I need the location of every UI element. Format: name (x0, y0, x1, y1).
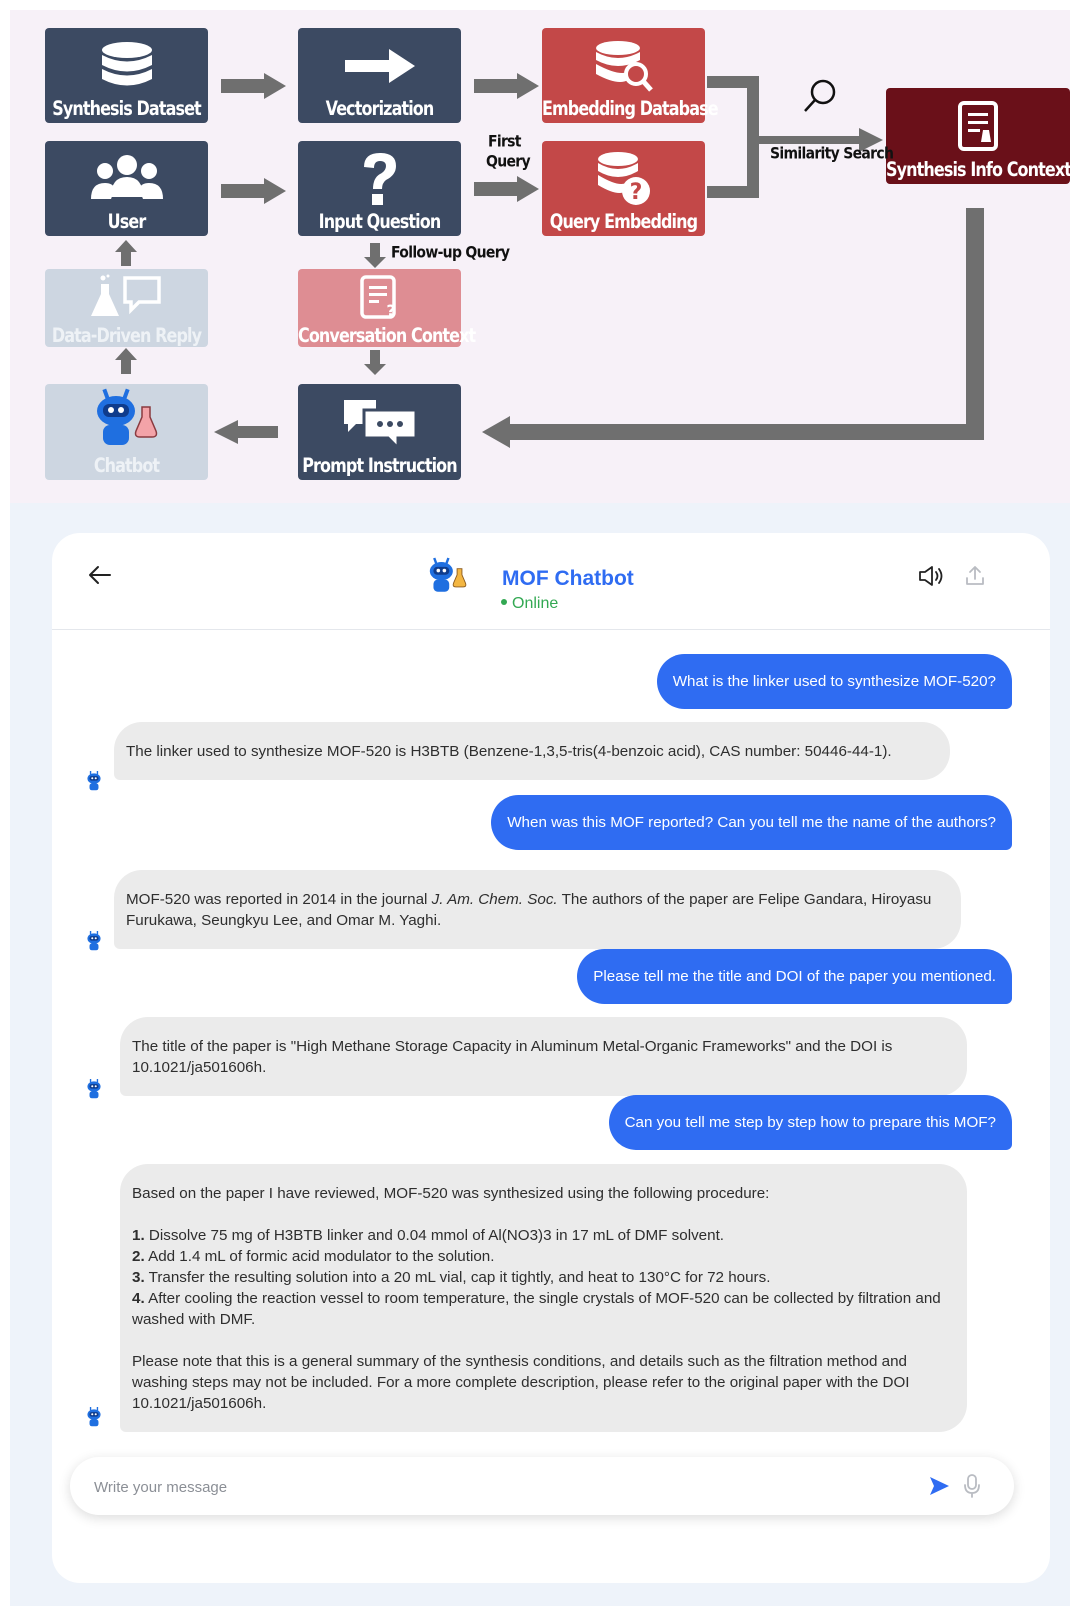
journal-name: J. Am. Chem. Soc. (431, 891, 558, 908)
document-question-icon: ? (359, 275, 396, 320)
step-item: 2. Add 1.4 mL of formic acid modulator t… (132, 1248, 495, 1265)
bot-message: MOF-520 was reported in 2014 in the jour… (114, 870, 961, 949)
user-message: Please tell me the title and DOI of the … (577, 949, 1012, 1004)
chat-bubbles-icon (343, 400, 417, 448)
arrow-reply-to-user (115, 240, 137, 266)
node-embedding-database: Embedding Database (542, 28, 719, 123)
step-item: 3. Transfer the resulting solution into … (132, 1269, 771, 1286)
database-search-icon (595, 41, 653, 92)
share-icon[interactable] (964, 565, 986, 587)
bot-message-intro: Based on the paper I have reviewed, MOF-… (132, 1185, 770, 1202)
message-composer (70, 1457, 1014, 1515)
edge-label-similarity-search: Similarity Search (770, 144, 894, 164)
svg-text:?: ? (386, 301, 395, 320)
chat-title: MOF Chatbot (502, 567, 634, 590)
send-icon[interactable] (928, 1475, 950, 1497)
arrow-question-to-conversation (364, 243, 386, 268)
step-item: 1. Dissolve 75 mg of H3BTB linker and 0.… (132, 1227, 725, 1244)
arrow-user-to-question (221, 178, 286, 204)
avatar (429, 557, 467, 592)
bot-message-text: The title of the paper is "High Methane … (132, 1038, 893, 1076)
question-mark-icon (363, 153, 396, 205)
arrow-dataset-to-vectorization (221, 73, 286, 99)
step-item: 4. After cooling the reaction vessel to … (132, 1290, 941, 1328)
node-prompt-instruction: Prompt Instruction (298, 384, 461, 480)
arrow-right-icon (344, 49, 415, 83)
bot-avatar-icon (87, 1079, 101, 1099)
bot-message-text: The linker used to synthesize MOF-520 is… (126, 743, 892, 760)
bot-message-text: MOF-520 was reported in 2014 in the jour… (126, 891, 932, 929)
node-query-embedding: ? Query Embedding (542, 141, 705, 236)
online-status: Online (501, 595, 558, 613)
bot-message: The title of the paper is "High Methane … (120, 1017, 967, 1096)
node-vectorization: Vectorization (298, 28, 461, 123)
bot-avatar-icon (87, 931, 101, 951)
node-chatbot: Chatbot (45, 384, 208, 480)
microphone-icon[interactable] (962, 1473, 982, 1499)
users-group-icon (90, 155, 163, 199)
document-icon (958, 101, 998, 151)
bot-message: Based on the paper I have reviewed, MOF-… (120, 1164, 967, 1432)
svg-text:?: ? (629, 180, 642, 205)
magnifier-icon (804, 79, 836, 112)
arrow-conversation-to-prompt (364, 350, 386, 375)
database-icon (101, 42, 152, 86)
database-question-icon: ? (597, 152, 650, 205)
user-message: Can you tell me step by step how to prep… (608, 1095, 1012, 1150)
edge-label-follow-up-query: Follow-up Query (391, 243, 510, 263)
chat-window: MOF Chatbot Online What is the linker us… (52, 533, 1050, 1583)
arrow-question-to-query-embedding (474, 176, 539, 202)
node-conversation-context: ? Conversation Context (298, 269, 476, 347)
bot-avatar-icon (87, 771, 101, 791)
edge-label-query: Query (486, 152, 531, 172)
node-data-driven-reply: Data-Driven Reply (45, 269, 208, 347)
node-synthesis-info-context: Synthesis Info Context (886, 88, 1070, 184)
bot-message: The linker used to synthesize MOF-520 is… (114, 722, 950, 780)
user-message: When was this MOF reported? Can you tell… (491, 795, 1012, 850)
node-user: User (45, 141, 208, 236)
arrow-context-to-prompt (482, 208, 984, 448)
user-message: What is the linker used to synthesize MO… (656, 654, 1012, 709)
similarity-bracket (707, 76, 883, 198)
status-dot (501, 598, 507, 605)
chat-header: MOF Chatbot Online (52, 533, 1050, 630)
edge-label-first: First (488, 132, 521, 152)
message-input[interactable] (92, 1471, 896, 1503)
arrow-prompt-to-chatbot (214, 420, 278, 444)
arrow-chatbot-to-reply (115, 348, 137, 374)
chatbot-robot-icon (96, 388, 157, 445)
bot-message-note: Please note that this is a general summa… (132, 1353, 910, 1412)
back-arrow-icon[interactable] (88, 565, 112, 585)
status-text: Online (512, 595, 559, 612)
arrow-vectorization-to-embedding (474, 73, 539, 99)
speaker-icon[interactable] (918, 565, 944, 587)
node-synthesis-dataset: Synthesis Dataset (45, 28, 208, 123)
node-input-question: Input Question (298, 141, 461, 236)
rag-flow-diagram: Synthesis Dataset Vectorization Embeddin… (10, 10, 1070, 503)
flask-chat-icon (90, 274, 161, 316)
bot-avatar-icon (87, 1407, 101, 1427)
